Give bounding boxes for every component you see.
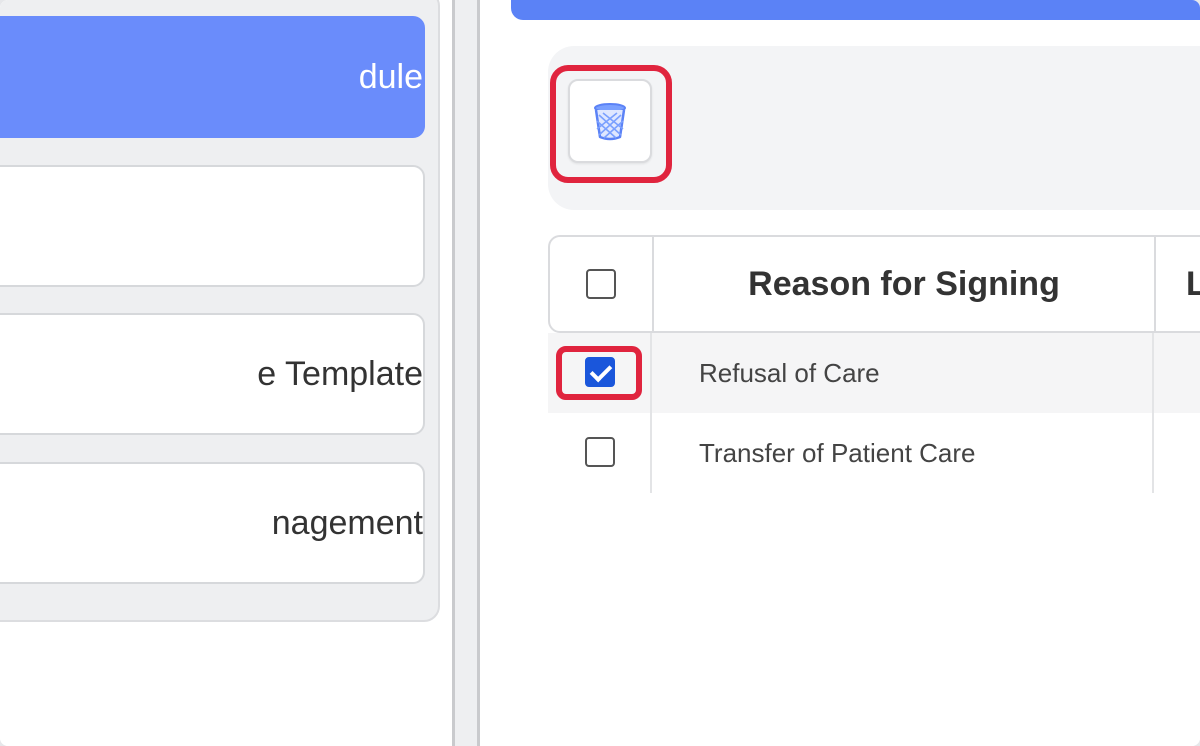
row-checkbox[interactable] bbox=[585, 357, 615, 387]
app-frame: dule e Template nagement Reason for Sign… bbox=[0, 0, 1200, 746]
table-row[interactable]: Refusal of Care bbox=[548, 333, 1200, 413]
column-divider bbox=[1154, 237, 1156, 331]
row-reason-label: Refusal of Care bbox=[699, 357, 880, 388]
column-divider bbox=[650, 333, 652, 413]
sidebar-item-blank[interactable] bbox=[0, 165, 425, 287]
data-table: Reason for Signing L Refusal of Care Tra… bbox=[548, 235, 1200, 493]
row-checkbox[interactable] bbox=[585, 437, 615, 467]
sidebar-item-schedule[interactable]: dule bbox=[0, 16, 425, 138]
row-reason-label: Transfer of Patient Care bbox=[699, 437, 976, 468]
column-header-next[interactable]: L bbox=[1186, 237, 1200, 331]
column-header-reason[interactable]: Reason for Signing bbox=[654, 237, 1154, 331]
column-divider bbox=[650, 413, 652, 493]
sidebar-item-management[interactable]: nagement bbox=[0, 462, 425, 584]
table-row[interactable]: Transfer of Patient Care bbox=[548, 413, 1200, 493]
table-header: Reason for Signing L bbox=[548, 235, 1200, 333]
trash-icon bbox=[594, 103, 626, 141]
main-content: Reason for Signing L Refusal of Care Tra… bbox=[480, 0, 1200, 746]
sidebar-item-label: e Template bbox=[257, 354, 423, 393]
sidebar-item-template[interactable]: e Template bbox=[0, 313, 425, 435]
select-all-checkbox[interactable] bbox=[586, 269, 616, 299]
sidebar-item-label: dule bbox=[358, 57, 423, 96]
column-divider bbox=[1152, 333, 1154, 413]
pane-resize-handle[interactable] bbox=[452, 0, 480, 746]
column-divider bbox=[1152, 413, 1154, 493]
delete-button[interactable] bbox=[568, 79, 652, 163]
header-bar bbox=[511, 0, 1200, 20]
sidebar-item-label: nagement bbox=[271, 503, 423, 542]
sidebar: dule e Template nagement bbox=[0, 0, 452, 746]
